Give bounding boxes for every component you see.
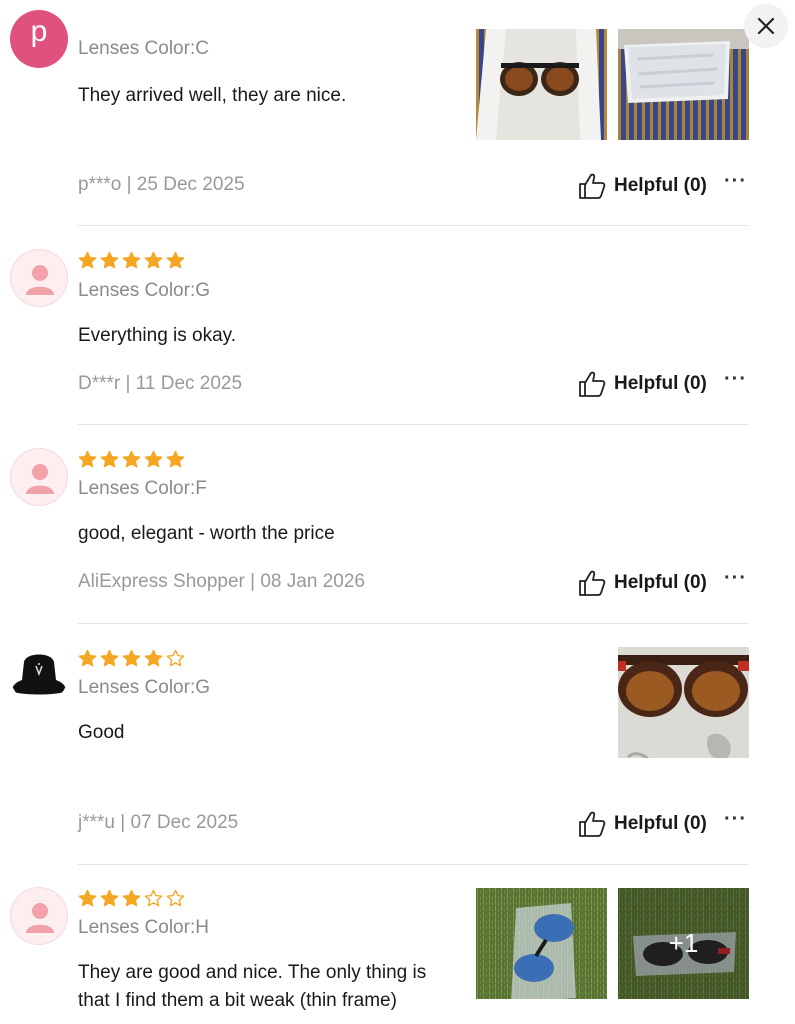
avatar bbox=[10, 646, 68, 704]
avatar: p bbox=[10, 10, 68, 68]
star-filled-icon bbox=[100, 450, 119, 468]
star-empty-icon bbox=[166, 649, 185, 667]
review-photo[interactable]: +1 bbox=[618, 888, 749, 999]
variant-label: Lenses Color:F bbox=[78, 478, 207, 499]
user-icon bbox=[26, 903, 54, 933]
review-photo[interactable] bbox=[618, 29, 749, 140]
thumbs-up-icon bbox=[579, 811, 606, 837]
review-meta: D***r | 11 Dec 2025 bbox=[78, 373, 243, 394]
star-filled-icon bbox=[78, 251, 97, 269]
more-options-button[interactable]: ··· bbox=[724, 170, 747, 193]
review-text: Everything is okay. bbox=[78, 325, 237, 346]
close-icon bbox=[757, 17, 775, 35]
bucket-hat-icon bbox=[12, 654, 66, 695]
avatar bbox=[10, 448, 68, 506]
divider bbox=[78, 864, 749, 865]
star-rating bbox=[78, 251, 185, 270]
review-meta: AliExpress Shopper | 08 Jan 2026 bbox=[78, 571, 365, 592]
more-photos-count: +1 bbox=[618, 888, 749, 999]
star-rating bbox=[78, 889, 185, 908]
more-options-button[interactable]: ··· bbox=[724, 368, 747, 391]
helpful-label: Helpful (0) bbox=[614, 175, 707, 196]
helpful-button[interactable]: Helpful (0) bbox=[578, 172, 707, 200]
review-text: Good bbox=[78, 722, 125, 743]
review-meta: p***o | 25 Dec 2025 bbox=[78, 174, 245, 195]
thumbs-up-icon bbox=[579, 570, 606, 596]
divider bbox=[78, 623, 749, 624]
review-photo[interactable] bbox=[618, 647, 749, 758]
review-photo[interactable] bbox=[476, 29, 607, 140]
helpful-label: Helpful (0) bbox=[614, 572, 707, 593]
star-filled-icon bbox=[122, 649, 141, 667]
review-text: They arrived well, they are nice. bbox=[78, 85, 347, 106]
divider bbox=[78, 424, 749, 425]
star-filled-icon bbox=[78, 649, 97, 667]
variant-label: Lenses Color:C bbox=[78, 38, 209, 59]
star-rating bbox=[78, 450, 185, 469]
variant-label: Lenses Color:H bbox=[78, 917, 209, 938]
star-filled-icon bbox=[166, 450, 185, 468]
helpful-label: Helpful (0) bbox=[614, 373, 707, 394]
thumbs-up-icon bbox=[579, 371, 606, 397]
star-filled-icon bbox=[166, 251, 185, 269]
star-filled-icon bbox=[144, 450, 163, 468]
close-button[interactable] bbox=[744, 4, 788, 48]
variant-label: Lenses Color:G bbox=[78, 677, 211, 698]
star-filled-icon bbox=[78, 889, 97, 907]
star-filled-icon bbox=[122, 450, 141, 468]
star-empty-icon bbox=[166, 889, 185, 907]
helpful-button[interactable]: Helpful (0) bbox=[578, 370, 707, 398]
helpful-label: Helpful (0) bbox=[614, 813, 707, 834]
variant-label: Lenses Color:G bbox=[78, 280, 211, 301]
helpful-button[interactable]: Helpful (0) bbox=[578, 569, 707, 597]
star-filled-icon bbox=[78, 450, 97, 468]
helpful-button[interactable]: Helpful (0) bbox=[578, 810, 707, 838]
star-filled-icon bbox=[144, 251, 163, 269]
star-filled-icon bbox=[100, 649, 119, 667]
review-text-line-1: They are good and nice. The only thing i… bbox=[78, 962, 427, 983]
divider bbox=[78, 225, 749, 226]
star-filled-icon bbox=[144, 649, 163, 667]
review-photo[interactable] bbox=[476, 888, 607, 999]
review-text-line-2: that I find them a bit weak (thin frame) bbox=[78, 990, 397, 1011]
star-empty-icon bbox=[144, 889, 163, 907]
more-options-button[interactable]: ··· bbox=[724, 567, 747, 590]
star-filled-icon bbox=[100, 889, 119, 907]
thumbs-up-icon bbox=[579, 173, 606, 199]
avatar-letter: p bbox=[30, 15, 48, 48]
user-icon bbox=[26, 265, 54, 295]
avatar bbox=[10, 249, 68, 307]
star-rating bbox=[78, 649, 185, 668]
review-text: good, elegant - worth the price bbox=[78, 523, 335, 544]
user-icon bbox=[26, 464, 54, 494]
avatar bbox=[10, 887, 68, 945]
star-filled-icon bbox=[100, 251, 119, 269]
review-meta: j***u | 07 Dec 2025 bbox=[78, 812, 239, 833]
star-filled-icon bbox=[122, 889, 141, 907]
star-filled-icon bbox=[122, 251, 141, 269]
more-options-button[interactable]: ··· bbox=[724, 808, 747, 831]
